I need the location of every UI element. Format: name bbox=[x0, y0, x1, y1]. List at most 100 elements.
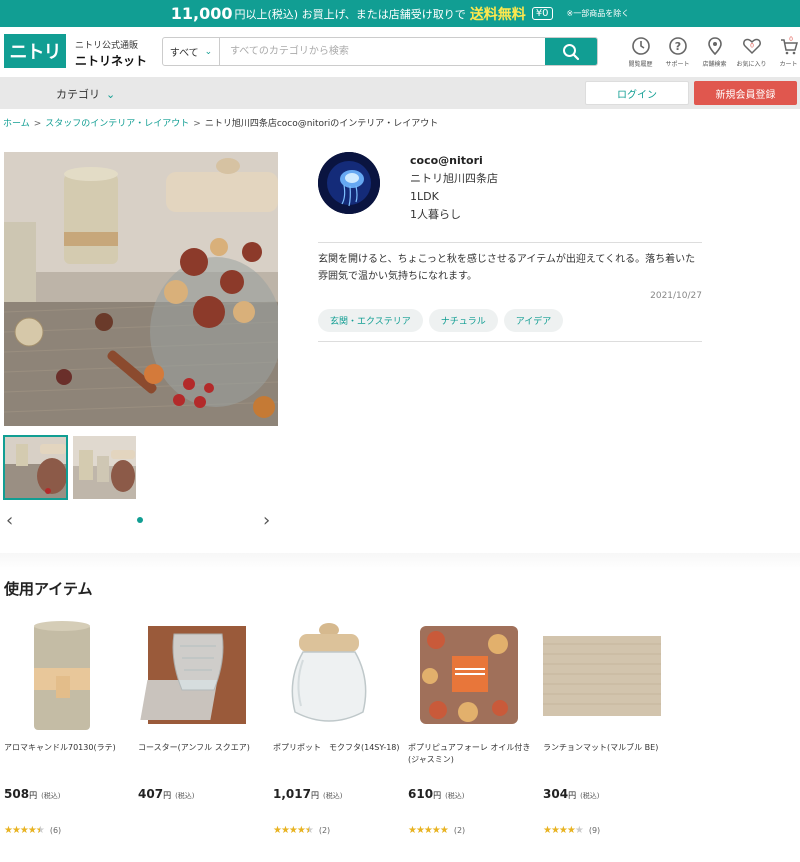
product-image[interactable] bbox=[543, 620, 661, 730]
review-count: (6) bbox=[49, 826, 62, 835]
cart-label: カート bbox=[779, 61, 798, 68]
breadcrumb-separator: > bbox=[33, 119, 42, 129]
avatar[interactable] bbox=[318, 152, 380, 214]
category-menu[interactable]: カテゴリ ⌄ bbox=[56, 86, 115, 102]
cart-link[interactable]: 0 カート bbox=[770, 35, 800, 68]
nitori-logo[interactable]: ニトリ bbox=[4, 34, 66, 68]
product-card[interactable]: アロマキャンドル70130(ラテ) 508円(税込) ★★★★★★(6) bbox=[4, 620, 132, 836]
search-input[interactable] bbox=[220, 38, 545, 65]
history-link[interactable]: 閲覧履歴 bbox=[622, 35, 659, 68]
product-card[interactable]: ポプリピュアフォーレ オイル付き(ジャスミン) 610円 (税込) ★★★★★ (2… bbox=[408, 620, 536, 836]
brand-name: ニトリネット bbox=[75, 54, 148, 68]
price-value: 1,017 bbox=[273, 787, 311, 801]
support-link[interactable]: ? サポート bbox=[659, 35, 696, 68]
thumbnail-1[interactable] bbox=[3, 435, 68, 500]
product-image[interactable] bbox=[138, 620, 246, 730]
login-button[interactable]: ログイン bbox=[585, 81, 689, 105]
thumbnail-2[interactable] bbox=[73, 436, 136, 499]
rating-stars: ★★★★★ (2) bbox=[408, 825, 466, 836]
profile-name[interactable]: coco@nitori bbox=[410, 152, 498, 170]
main-photo[interactable] bbox=[4, 152, 278, 426]
category-label: カテゴリ bbox=[56, 88, 100, 101]
price-unit: 円 bbox=[310, 791, 319, 800]
product-name[interactable]: ポプリポット モクフタ(14SY-18) bbox=[273, 742, 401, 754]
profile-store: ニトリ旭川四条店 bbox=[410, 172, 498, 185]
product-image[interactable] bbox=[273, 620, 373, 730]
store-search-link[interactable]: 店舗検索 bbox=[696, 35, 733, 68]
price-tax: (税込) bbox=[175, 792, 195, 800]
svg-text:?: ? bbox=[674, 40, 680, 53]
gallery-pagination-dot[interactable] bbox=[137, 517, 143, 523]
section-divider-band bbox=[0, 553, 800, 571]
nav-bar: カテゴリ ⌄ ログイン 新規会員登録 bbox=[0, 77, 800, 109]
product-name[interactable]: ポプリピュアフォーレ オイル付き(ジャスミン) bbox=[408, 742, 536, 766]
breadcrumb-current: ニトリ旭川四条店coco@nitoriのインテリア・レイアウト bbox=[204, 119, 439, 129]
price-value: 610 bbox=[408, 787, 434, 801]
review-count: (2) bbox=[318, 826, 331, 835]
rating-stars: ★★★★★ (9) bbox=[543, 825, 601, 836]
promo-banner[interactable]: 11,000 円以上(税込) お買上げ、または店舗受け取りで 送料無料 ¥0 ※… bbox=[0, 0, 800, 27]
search-scope-select[interactable]: すべて ⌄ bbox=[163, 38, 220, 65]
tag-idea[interactable]: アイデア bbox=[503, 309, 564, 332]
review-count: (9) bbox=[588, 826, 601, 835]
product-name[interactable]: アロマキャンドル70130(ラテ) bbox=[4, 742, 132, 754]
price-tax: (税込) bbox=[445, 792, 465, 800]
banner-free-shipping: 送料無料 bbox=[469, 6, 526, 23]
chevron-down-icon: ⌄ bbox=[204, 46, 213, 57]
chevron-down-icon: ⌄ bbox=[106, 88, 116, 101]
product-card[interactable]: ランチョンマット(マルブル BE) 304円 (税込) ★★★★★ (9) bbox=[543, 620, 671, 836]
price-unit: 円 bbox=[29, 791, 38, 800]
product-price: 304円 (税込) bbox=[543, 787, 600, 801]
heart-icon: 0 bbox=[742, 38, 761, 55]
banner-note: ※一部商品を除く bbox=[566, 9, 630, 18]
brand-block[interactable]: ニトリ公式通販 ニトリネット bbox=[75, 38, 147, 69]
gallery-prev-button[interactable]: ‹ bbox=[6, 510, 13, 531]
header-icons: 閲覧履歴 ? サポート 店舗検索 0 お気に入り 0 カート bbox=[622, 35, 800, 68]
product-card[interactable]: ポプリポット モクフタ(14SY-18) 1,017円(税込) ★★★★★★(2… bbox=[273, 620, 401, 836]
search-button[interactable] bbox=[545, 38, 597, 65]
help-icon: ? bbox=[668, 37, 687, 55]
favorites-link[interactable]: 0 お気に入り bbox=[733, 35, 770, 68]
banner-text: 円以上(税込) お買上げ、または店舗受け取りで bbox=[234, 7, 466, 21]
price-tax: (税込) bbox=[41, 792, 61, 800]
profile-layout: 1LDK bbox=[410, 190, 439, 203]
breadcrumb-staff-interior[interactable]: スタッフのインテリア・レイアウト bbox=[45, 119, 189, 129]
profile-info: coco@nitori ニトリ旭川四条店 1LDK 1人暮らし bbox=[410, 152, 498, 224]
product-card[interactable]: コースター(アンフル スクエア) 407円 (税込) bbox=[138, 620, 266, 801]
product-image[interactable] bbox=[408, 620, 518, 730]
price-unit: 円 bbox=[163, 791, 172, 800]
breadcrumb: ホーム > スタッフのインテリア・レイアウト > ニトリ旭川四条店coco@nitori… bbox=[3, 116, 438, 129]
product-price: 508円 (税込) bbox=[4, 787, 61, 801]
banner-zero-badge: ¥0 bbox=[531, 7, 553, 20]
history-icon bbox=[631, 37, 650, 55]
cart-badge: 0 bbox=[789, 36, 793, 43]
search-bar: すべて ⌄ bbox=[162, 37, 598, 66]
support-label: サポート bbox=[665, 61, 690, 68]
site-header: ニトリ ニトリ公式通販 ニトリネット すべて ⌄ 閲覧履歴 ? サポート 店舗検… bbox=[0, 27, 800, 77]
post-date: 2021/10/27 bbox=[650, 291, 702, 301]
favorites-badge: 0 bbox=[750, 43, 754, 50]
tag-natural[interactable]: ナチュラル bbox=[428, 309, 498, 332]
signup-button[interactable]: 新規会員登録 bbox=[694, 81, 797, 105]
product-name[interactable]: ランチョンマット(マルブル BE) bbox=[543, 742, 671, 754]
gallery-next-button[interactable]: › bbox=[263, 510, 270, 531]
banner-amount: 11,000 bbox=[170, 4, 233, 23]
location-pin-icon bbox=[707, 37, 722, 56]
product-price: 610円 (税込) bbox=[408, 787, 465, 801]
search-icon bbox=[563, 43, 580, 60]
price-value: 508 bbox=[4, 787, 30, 801]
search-scope-label: すべて bbox=[169, 48, 199, 59]
section-title: 使用アイテム bbox=[4, 580, 93, 598]
price-tax: (税込) bbox=[322, 792, 343, 800]
product-name[interactable]: コースター(アンフル スクエア) bbox=[138, 742, 266, 754]
price-value: 304 bbox=[543, 787, 569, 801]
price-unit: 円 bbox=[433, 791, 442, 800]
price-tax: (税込) bbox=[580, 792, 600, 800]
breadcrumb-home[interactable]: ホーム bbox=[3, 119, 30, 129]
review-count: (2) bbox=[453, 826, 466, 835]
product-image[interactable] bbox=[4, 620, 104, 730]
cart-icon: 0 bbox=[780, 36, 798, 55]
tag-list: 玄関・エクステリア ナチュラル アイデア bbox=[318, 309, 564, 332]
tag-entrance[interactable]: 玄関・エクステリア bbox=[318, 309, 423, 332]
product-price: 1,017円 (税込) bbox=[273, 787, 342, 801]
